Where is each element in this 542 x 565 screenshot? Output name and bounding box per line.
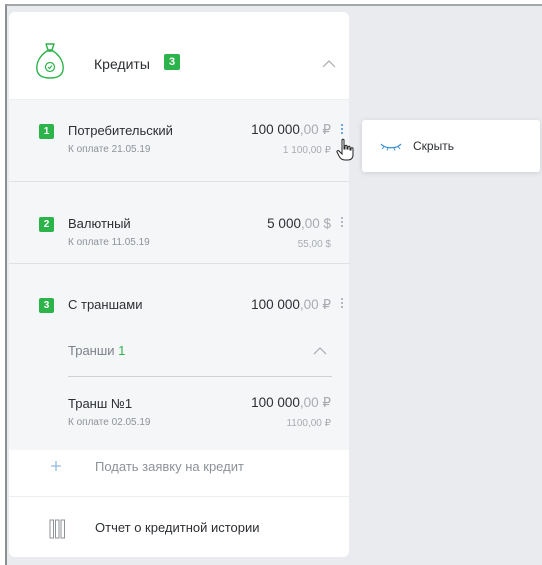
more-options-icon[interactable] — [341, 124, 345, 136]
loan-amount-integer: 100 000 — [251, 122, 300, 137]
hand-pointer-cursor-icon — [336, 138, 354, 161]
credits-panel: Кредиты 3 1 Потребительский К оплате 21.… — [9, 12, 349, 557]
loan-index-badge: 3 — [39, 298, 54, 313]
divider — [68, 376, 332, 377]
credits-title: Кредиты — [94, 56, 150, 72]
credits-count-badge: 3 — [164, 54, 180, 70]
loan-amount-fraction: ,00 $ — [300, 216, 331, 231]
tranche-amount: 100 000,00 ₽ — [251, 395, 331, 411]
plus-icon — [51, 461, 61, 471]
apply-credit-label: Подать заявку на кредит — [95, 459, 244, 474]
divider — [9, 181, 349, 182]
loan-amount-integer: 5 000 — [267, 216, 301, 231]
tranche-amount-integer: 100 000 — [251, 395, 300, 410]
credit-history-report-label: Отчет о кредитной истории — [95, 520, 260, 535]
tranches-count: 1 — [118, 343, 126, 358]
more-options-icon[interactable] — [341, 217, 345, 229]
loan-due-date: К оплате 21.05.19 — [68, 144, 151, 155]
tranche-due-date: К оплате 02.05.19 — [68, 417, 151, 428]
hide-label: Скрыть — [413, 139, 454, 153]
credits-header[interactable]: Кредиты 3 — [9, 12, 349, 100]
tranche-amount-fraction: ,00 ₽ — [299, 395, 331, 410]
tranche-payment: 1100,00 ₽ — [286, 418, 331, 429]
tranches-label-text: Транши — [68, 343, 115, 358]
context-menu: Скрыть — [362, 120, 540, 172]
loan-name: Валютный — [68, 216, 131, 231]
tranche-name: Транш №1 — [68, 396, 133, 411]
money-bag-icon — [36, 43, 64, 79]
loan-amount-fraction: ,00 ₽ — [299, 122, 331, 137]
divider — [9, 496, 349, 497]
loan-amount: 100 000,00 ₽ — [251, 122, 331, 138]
more-options-icon[interactable] — [341, 298, 345, 310]
loan-payment: 55,00 $ — [297, 239, 331, 250]
loan-due-date: К оплате 11.05.19 — [68, 237, 150, 248]
loan-index-badge: 1 — [39, 124, 54, 139]
document-stack-icon — [49, 519, 65, 539]
loan-payment: 1 100,00 ₽ — [282, 145, 331, 156]
chevron-up-icon[interactable] — [322, 60, 336, 68]
divider — [9, 263, 349, 264]
chevron-up-icon[interactable] — [313, 347, 327, 355]
tranches-label: Транши 1 — [68, 343, 125, 358]
loan-amount-fraction: ,00 ₽ — [299, 297, 331, 312]
closed-eye-icon — [380, 143, 402, 151]
loan-name: Потребительский — [68, 123, 173, 138]
loan-name: С траншами — [68, 297, 143, 312]
loan-index-badge: 2 — [39, 217, 54, 232]
loan-amount: 5 000,00 $ — [267, 216, 331, 231]
loan-amount-integer: 100 000 — [251, 297, 300, 312]
loan-amount: 100 000,00 ₽ — [251, 297, 331, 313]
